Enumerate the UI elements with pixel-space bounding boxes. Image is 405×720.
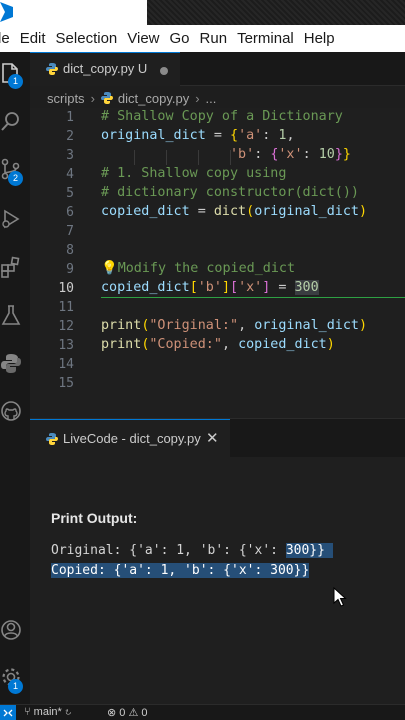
extensions-icon[interactable]	[0, 256, 22, 278]
python-icon[interactable]	[0, 352, 22, 374]
breadcrumb-folder[interactable]: scripts	[47, 91, 85, 106]
activity-bar: 1 2 1	[0, 52, 30, 704]
scm-badge: 2	[8, 171, 23, 186]
problems-status[interactable]: ⊗ 0 ⚠ 0	[107, 706, 148, 719]
line-number: 1	[66, 110, 74, 125]
status-bar: ⑂ main* ↻ ⊗ 0 ⚠ 0	[0, 704, 405, 720]
tab-livecode[interactable]: LiveCode - dict_copy.py ✕	[30, 419, 230, 457]
python-file-icon	[100, 92, 113, 104]
tab-dict-copy[interactable]: dict_copy.py U	[30, 52, 180, 86]
line-number: 9	[66, 262, 74, 277]
output-line-copied: Copied: {'a': 1, 'b': {'x': 300}}	[51, 563, 310, 578]
output-text: Original: {'a': 1, 'b': {'x':	[51, 543, 286, 558]
code-line: # dictionary constructor(dict())	[101, 185, 359, 200]
editor-tab-row: dict_copy.py U	[30, 52, 405, 86]
run-debug-icon[interactable]	[0, 208, 22, 230]
menu-bar: le Edit Selection View Go Run Terminal H…	[0, 25, 405, 52]
line-number: 8	[66, 243, 74, 258]
menu-help[interactable]: Help	[304, 30, 335, 47]
output-line-original: Original: {'a': 1, 'b': {'x': 300}}	[51, 543, 333, 558]
python-file-icon	[46, 63, 58, 75]
output-selected-text: 300}}	[285, 543, 325, 558]
line-number: 2	[66, 129, 74, 144]
close-icon[interactable]: ✕	[206, 429, 219, 447]
code-line: 💡Modify the copied_dict	[101, 261, 296, 276]
code-line: copied_dict = dict(original_dict)	[101, 204, 368, 219]
menu-go[interactable]: Go	[170, 30, 190, 47]
line-number: 4	[66, 167, 74, 182]
output-selected-text: Copied: {'a': 1, 'b': {'x': 300}}	[51, 563, 310, 578]
menu-terminal[interactable]: Terminal	[237, 30, 294, 47]
unsaved-dot-icon[interactable]	[160, 67, 168, 75]
error-count: 0	[119, 707, 126, 719]
search-icon[interactable]	[0, 110, 22, 132]
line-number: 13	[58, 338, 74, 353]
line-number: 5	[66, 186, 74, 201]
breadcrumb-chevron-icon: ›	[195, 90, 200, 106]
code-line: print("Original:", original_dict)	[101, 318, 368, 333]
output-selection-tail	[324, 543, 333, 558]
panel-tab-label: LiveCode - dict_copy.py	[63, 431, 201, 446]
warning-icon: ⚠	[128, 707, 139, 719]
breadcrumb-chevron-icon: ›	[90, 90, 95, 106]
breadcrumb-more[interactable]: ...	[206, 91, 217, 106]
line-number: 6	[66, 205, 74, 220]
explorer-badge: 1	[8, 74, 23, 89]
breadcrumb: scripts › dict_copy.py › ...	[47, 88, 216, 108]
code-line: print("Copied:", copied_dict)	[101, 337, 335, 352]
account-icon[interactable]	[0, 619, 22, 641]
line-number: 11	[58, 300, 74, 315]
python-file-icon	[46, 433, 58, 445]
testing-flask-icon[interactable]	[0, 304, 22, 326]
branch-icon: ⑂	[24, 706, 31, 718]
line-number: 15	[58, 376, 74, 391]
menu-edit[interactable]: Edit	[20, 30, 46, 47]
settings-badge: 1	[8, 679, 23, 694]
error-icon: ⊗	[107, 707, 117, 719]
menu-selection[interactable]: Selection	[56, 30, 118, 47]
warning-count: 0	[141, 707, 148, 719]
menu-file[interactable]: le	[0, 30, 10, 47]
code-line: 'b': {'x': 10}}	[230, 147, 351, 162]
menu-run[interactable]: Run	[200, 30, 228, 47]
livecode-output-panel: Print Output: Original: {'a': 1, 'b': {'…	[30, 457, 405, 704]
remote-indicator-icon[interactable]	[0, 705, 16, 720]
code-line: # Shallow Copy of a Dictionary	[101, 109, 343, 124]
github-icon[interactable]	[0, 400, 22, 422]
window-dark-region	[147, 0, 405, 25]
code-line: # 1. Shallow copy using	[101, 166, 287, 181]
branch-name: main*	[33, 706, 62, 718]
sync-icon[interactable]: ↻	[65, 706, 72, 718]
line-number: 3	[66, 148, 74, 163]
line-number: 7	[66, 224, 74, 239]
output-title: Print Output:	[51, 510, 138, 526]
code-line: copied_dict['b']['x'] = 300	[101, 280, 319, 295]
line-number: 12	[58, 319, 74, 334]
line-number-active: 10	[58, 281, 74, 296]
panel-tab-row: LiveCode - dict_copy.py ✕	[30, 419, 405, 457]
branch-status[interactable]: ⑂ main* ↻	[24, 706, 71, 718]
menu-view[interactable]: View	[127, 30, 159, 47]
vscode-logo-icon	[0, 2, 13, 22]
code-line: original_dict = {'a': 1,	[101, 128, 295, 143]
current-line-indicator	[101, 297, 405, 298]
line-number: 14	[58, 357, 74, 372]
breadcrumb-file[interactable]: dict_copy.py	[118, 91, 189, 106]
tab-label: dict_copy.py U	[63, 61, 148, 76]
mouse-pointer-icon	[333, 587, 347, 607]
